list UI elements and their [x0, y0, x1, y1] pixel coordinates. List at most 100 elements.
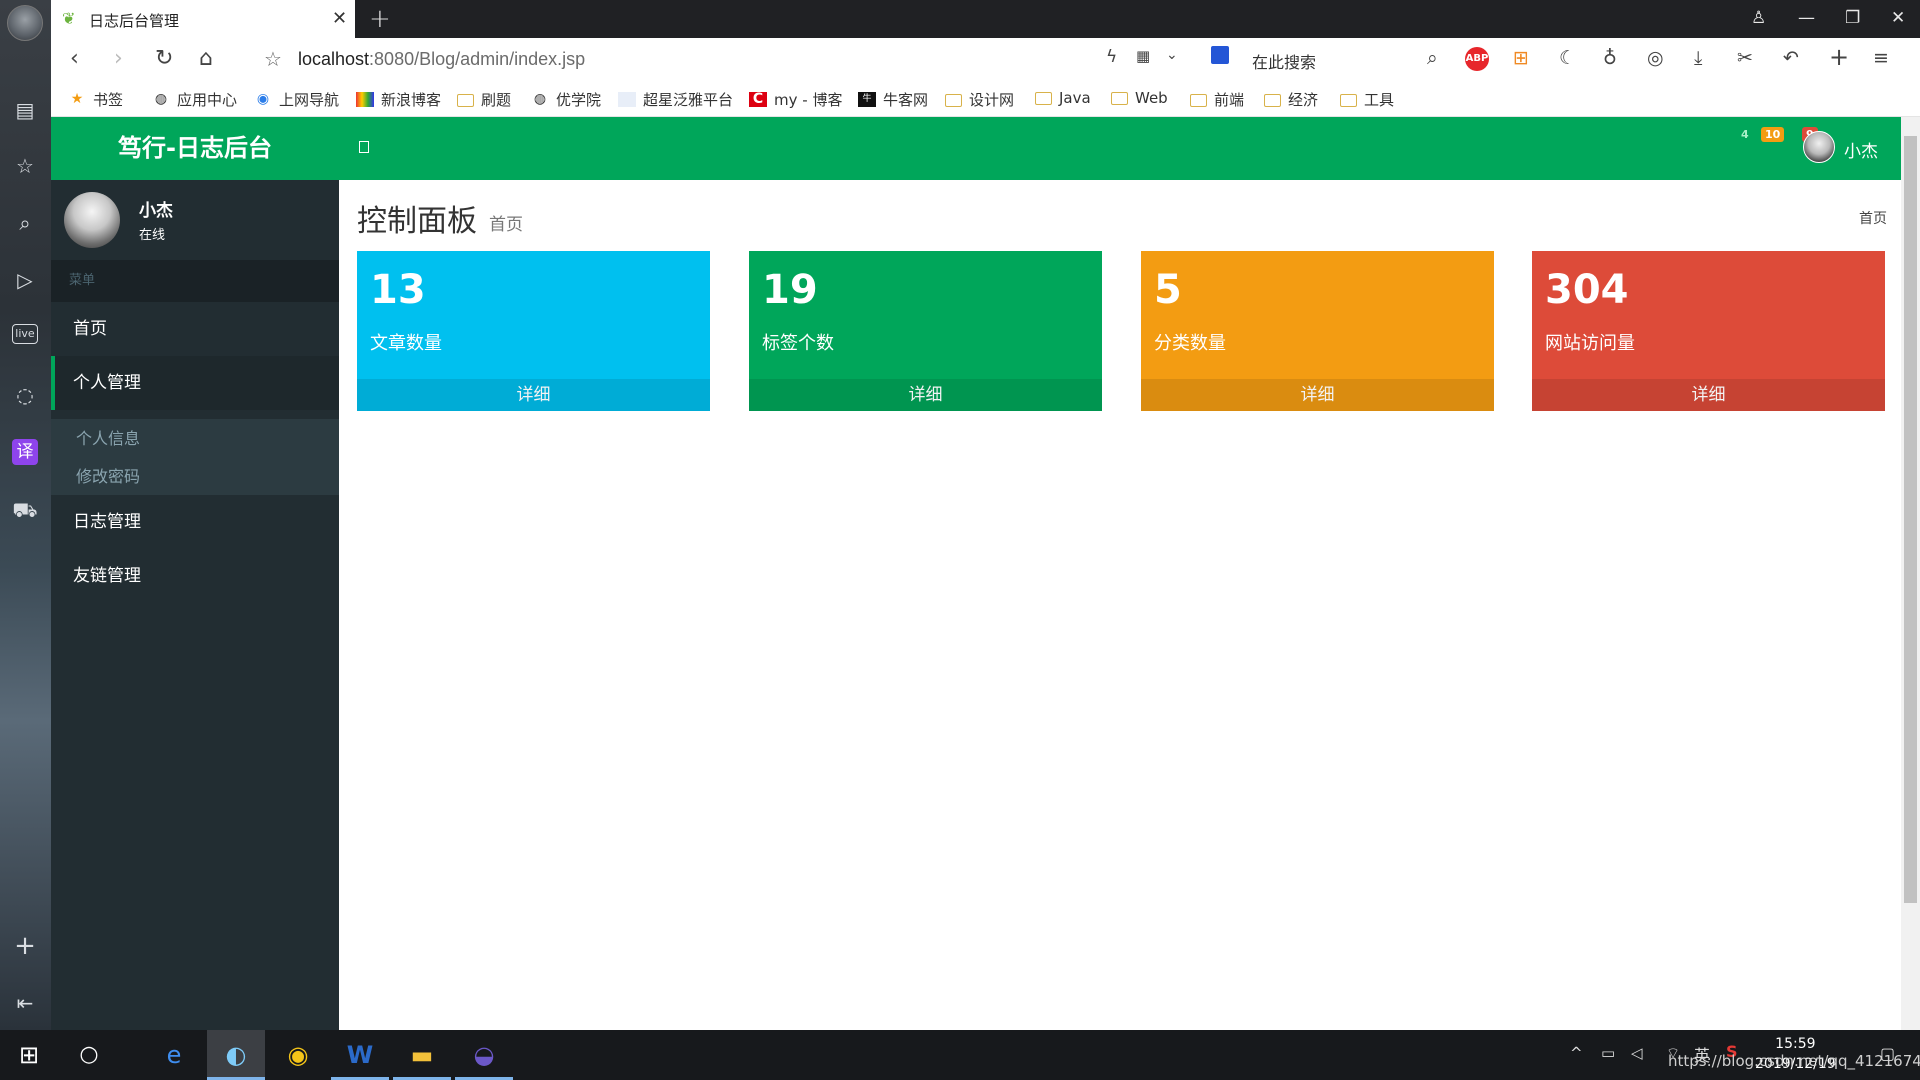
sina-icon — [356, 92, 374, 107]
undo-icon[interactable]: ↶ — [1783, 47, 1799, 69]
sidebar-item-logs[interactable]: 日志管理 — [51, 495, 339, 549]
night-mode-icon[interactable]: ☾ — [1559, 47, 1576, 69]
stat-details-link[interactable]: 详细 — [1532, 379, 1885, 411]
search-input[interactable]: 在此搜索 — [1252, 49, 1316, 73]
gamepad-icon[interactable]: ⊞ — [1513, 47, 1529, 69]
bookmark-label: 超星泛雅平台 — [643, 91, 734, 109]
bulb-icon[interactable]: ♁ — [1603, 47, 1617, 69]
stat-label: 分类数量 — [1154, 333, 1226, 354]
bookmark-item[interactable]: ◉ 上网导航 — [254, 89, 339, 110]
bookmark-label: 优学院 — [556, 91, 602, 109]
search-icon[interactable]: ⌕ — [12, 210, 38, 236]
user-avatar[interactable] — [1803, 131, 1835, 163]
reader-icon[interactable]: ▤ — [12, 97, 38, 123]
scissors-icon[interactable]: ✂ — [1737, 47, 1753, 69]
eclipse-icon[interactable]: ◒ — [455, 1030, 513, 1080]
sidebar-toggle-icon[interactable] — [359, 141, 369, 153]
magnifier-icon[interactable]: ⌕ — [1427, 47, 1438, 69]
folder-icon — [1035, 92, 1052, 105]
download-icon[interactable]: ⤓ — [1694, 47, 1702, 69]
notification-center-icon[interactable]: ▢ — [1880, 1044, 1895, 1063]
avatar — [64, 192, 120, 248]
stat-value: 5 — [1154, 267, 1182, 313]
lightning-icon[interactable]: ϟ — [1106, 47, 1117, 67]
back-icon[interactable]: ‹ — [70, 46, 79, 71]
cart-icon[interactable]: ⛟ — [12, 497, 38, 523]
search-icon: ◉ — [256, 91, 270, 107]
sidebar-subitem-profile[interactable]: 个人信息 — [76, 425, 140, 449]
stat-details-link[interactable]: 详细 — [749, 379, 1102, 411]
bookmark-item[interactable]: Cmy - 博客 — [749, 89, 842, 110]
favorites-star-icon[interactable]: ☆ — [12, 153, 38, 179]
bookmark-item[interactable]: Java — [1035, 89, 1091, 107]
sidebar-item-home[interactable]: 首页 — [51, 302, 339, 356]
browser-profile-avatar[interactable] — [7, 5, 43, 41]
skin-icon[interactable]: ♙ — [1751, 8, 1766, 28]
forward-icon[interactable]: › — [114, 46, 123, 71]
close-window-icon[interactable]: ✕ — [1891, 8, 1905, 28]
bookmark-label: Java — [1059, 89, 1091, 107]
scrollbar-thumb[interactable] — [1904, 136, 1917, 903]
tray-expand-icon[interactable]: ^ — [1570, 1044, 1583, 1062]
breadcrumb[interactable]: 首页 — [1859, 208, 1887, 228]
dropdown-icon[interactable]: ⌄ — [1166, 47, 1178, 63]
video-icon[interactable]: ▷ — [12, 267, 38, 293]
notifications-badge[interactable]: 10 — [1761, 127, 1785, 142]
restore-icon[interactable]: ❐ — [1845, 8, 1860, 28]
baidu-paw-icon[interactable] — [1211, 46, 1229, 64]
add-icon[interactable]: + — [12, 933, 38, 959]
close-tab-icon[interactable]: ✕ — [332, 8, 347, 29]
task-view-icon[interactable]: ○ — [60, 1030, 118, 1080]
bookmark-item[interactable]: 牛牛客网 — [858, 89, 928, 110]
active-tab[interactable]: ❦ 日志后台管理 ✕ — [51, 0, 355, 38]
stat-details-link[interactable]: 详细 — [357, 379, 710, 411]
weibo-icon[interactable]: ◎ — [1647, 47, 1664, 69]
plus-icon[interactable]: + — [1829, 43, 1849, 71]
chat-icon[interactable]: ◌ — [12, 382, 38, 408]
sidebar-item-links[interactable]: 友链管理 — [51, 549, 339, 603]
user-menu-name[interactable]: 小杰 — [1844, 137, 1878, 162]
bookmark-item[interactable]: ★ 书签 — [68, 89, 123, 110]
bookmark-item[interactable]: 前端 — [1190, 89, 1244, 110]
qrcode-icon[interactable]: ▦ — [1136, 47, 1150, 65]
bookmark-item[interactable]: Web — [1111, 89, 1168, 107]
file-explorer-icon[interactable]: ▬ — [393, 1030, 451, 1080]
bookmark-item[interactable]: 超星泛雅平台 — [618, 89, 733, 110]
stat-label: 网站访问量 — [1545, 333, 1635, 354]
bookmark-label: 经济 — [1288, 91, 1319, 109]
edge-icon[interactable]: e — [145, 1030, 203, 1080]
sidebar-subitem-password[interactable]: 修改密码 — [76, 463, 140, 487]
reload-icon[interactable]: ↻ — [155, 46, 173, 71]
stat-value: 13 — [370, 267, 426, 313]
brand-logo[interactable]: 笃行-日志后台 — [51, 117, 339, 180]
stat-details-link[interactable]: 详细 — [1141, 379, 1494, 411]
browser-taskbar-icon[interactable]: ◐ — [207, 1030, 265, 1080]
chrome-icon[interactable]: ◉ — [269, 1030, 327, 1080]
bookmark-item[interactable]: 设计网 — [945, 89, 1014, 110]
navigation-bar: ‹ › ↻ ⌂ ☆ localhost:8080/Blog/admin/inde… — [51, 38, 1920, 81]
minimize-icon[interactable]: — — [1798, 8, 1815, 28]
volume-icon[interactable]: ◁ — [1631, 1044, 1643, 1062]
collapse-rail-icon[interactable]: ⇤ — [12, 990, 38, 1016]
bookmark-item[interactable]: 经济 — [1264, 89, 1318, 110]
menu-icon[interactable]: ≡ — [1873, 47, 1889, 69]
translate-icon[interactable]: 译 — [12, 439, 38, 465]
stat-label: 文章数量 — [370, 333, 442, 354]
bookmark-star-icon[interactable]: ☆ — [264, 47, 282, 71]
sidebar-item-personal[interactable]: 个人管理 — [51, 356, 339, 410]
bookmark-item[interactable]: 新浪博客 — [356, 89, 441, 110]
home-icon[interactable]: ⌂ — [199, 46, 213, 71]
address-input[interactable]: localhost:8080/Blog/admin/index.jsp — [298, 49, 585, 70]
battery-icon[interactable]: ▭ — [1601, 1044, 1615, 1062]
bookmark-item[interactable]: ◍ 优学院 — [531, 89, 601, 110]
new-tab-icon[interactable]: + — [369, 4, 391, 34]
word-icon[interactable]: W — [331, 1030, 389, 1080]
leaf-icon: ❦ — [62, 9, 76, 28]
bookmark-item[interactable]: 工具 — [1340, 89, 1394, 110]
bookmark-item[interactable]: ◍ 应用中心 — [152, 89, 237, 110]
adblock-icon[interactable]: ABP — [1465, 47, 1489, 71]
windows-start-icon[interactable]: ⊞ — [0, 1030, 58, 1080]
live-icon[interactable]: live — [12, 324, 38, 344]
messages-badge[interactable]: 4 — [1737, 127, 1753, 142]
bookmark-item[interactable]: 刷题 — [457, 89, 511, 110]
